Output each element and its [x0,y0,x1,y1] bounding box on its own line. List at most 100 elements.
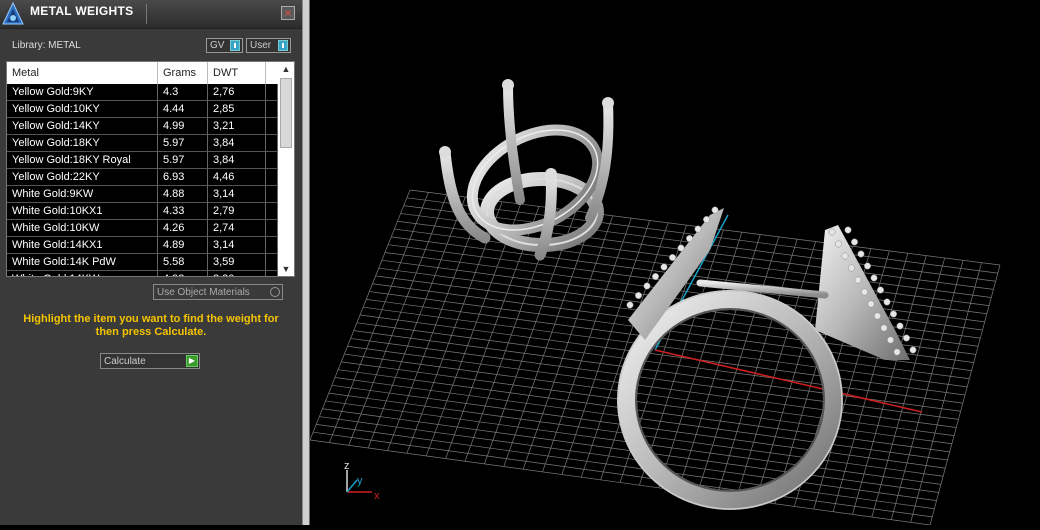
table-row[interactable]: White Gold:14KX1 4.89 3,14 [7,237,278,254]
cell-blank [266,203,278,220]
cell-grams: 5.97 [158,152,208,169]
cell-metal: Yellow Gold:14KY [7,118,158,135]
cell-blank [266,152,278,169]
axis-label-x: x [374,490,380,502]
x-axis-line [654,349,923,413]
cell-metal: Yellow Gold:10KY [7,101,158,118]
gv-toggle-label: GV [210,40,225,51]
scroll-thumb[interactable] [280,78,292,148]
cell-grams: 4.26 [158,220,208,237]
title-bar: METAL WEIGHTS × [0,0,302,29]
cell-dwt: 2,74 [208,220,266,237]
toggle-knob-icon [230,40,240,51]
cell-metal: White Gold:14KX1 [7,237,158,254]
cell-blank [266,169,278,186]
column-header-metal[interactable]: Metal [7,62,158,84]
calculate-button[interactable]: Calculate ▶ [100,353,200,369]
cell-dwt: 3,84 [208,135,266,152]
user-toggle[interactable]: User [246,38,291,53]
cell-blank [266,237,278,254]
scroll-up-icon[interactable]: ▲ [278,62,294,76]
cell-blank [266,271,278,276]
table-row[interactable]: White Gold:10KW 4.26 2,74 [7,220,278,237]
axis-label-z: z [344,460,350,472]
instruction-message: Highlight the item you want to find the … [23,313,279,338]
axis-label-y: y [357,475,363,487]
metal-table: Metal Grams DWT Yellow Gold:9KY 4.3 2,76 Ye… [6,61,295,277]
cell-dwt: 3,59 [208,254,266,271]
cell-metal: White Gold:14K PdW [7,254,158,271]
table-scrollbar[interactable]: ▲ ▼ [278,62,294,276]
cell-blank [266,101,278,118]
cell-blank [266,186,278,203]
cell-grams: 4.88 [158,186,208,203]
toggle-knob-icon [278,40,288,51]
cell-metal: White Gold:9KW [7,186,158,203]
use-object-materials-toggle[interactable]: Use Object Materials [153,284,283,300]
play-arrow-icon: ▶ [186,355,198,367]
cell-metal: White Gold:10KW [7,220,158,237]
cell-grams: 5.97 [158,135,208,152]
cell-grams: 5.58 [158,254,208,271]
table-row[interactable]: Yellow Gold:10KY 4.44 2,85 [7,101,278,118]
close-button[interactable]: × [281,6,295,20]
calculate-label: Calculate [104,356,146,367]
cell-grams: 4.99 [158,118,208,135]
title-divider [146,4,147,24]
cell-dwt: 2,85 [208,101,266,118]
panel-splitter[interactable] [302,0,310,525]
cell-dwt: 3,21 [208,118,266,135]
cell-dwt: 4,46 [208,169,266,186]
table-row[interactable]: Yellow Gold:22KY 6.93 4,46 [7,169,278,186]
use-object-materials-label: Use Object Materials [157,287,250,298]
cell-blank [266,84,278,101]
viewport-canvas: z y x [309,79,1001,526]
window-title: METAL WEIGHTS [30,4,134,18]
close-icon: × [284,6,292,20]
cell-dwt: 3,14 [208,237,266,254]
cell-metal: Yellow Gold:18KY [7,135,158,152]
cell-blank [266,220,278,237]
column-header-blank [266,62,278,84]
metal-weights-panel: METAL WEIGHTS × Library: METAL GV User M… [0,0,303,525]
radio-icon [270,287,280,297]
cell-grams: 4.89 [158,237,208,254]
cell-metal: Yellow Gold:18KY Royal [7,152,158,169]
cell-blank [266,118,278,135]
table-row[interactable]: Yellow Gold:14KY 4.99 3,21 [7,118,278,135]
cell-metal: Yellow Gold:22KY [7,169,158,186]
user-toggle-label: User [250,40,272,51]
prong-setting-model[interactable] [439,79,615,261]
table-row[interactable]: Yellow Gold:18KY Royal 5.97 3,84 [7,152,278,169]
table-header: Metal Grams DWT [7,62,278,84]
table-row[interactable]: White Gold:9KW 4.88 3,14 [7,186,278,203]
library-label: Library: METAL [12,40,81,51]
cell-dwt: 3,14 [208,186,266,203]
cell-grams: 4.3 [158,84,208,101]
column-header-dwt[interactable]: DWT [208,62,266,84]
cell-blank [266,254,278,271]
table-row[interactable]: White Gold:14KW4.983,20 [7,271,278,276]
cell-blank [266,135,278,152]
cell-dwt: 3,84 [208,152,266,169]
cell-metal: White Gold:14KW [7,271,158,276]
cell-metal: White Gold:10KX1 [7,203,158,220]
scroll-down-icon[interactable]: ▼ [278,262,294,276]
column-header-grams[interactable]: Grams [158,62,208,84]
gv-toggle[interactable]: GV [206,38,243,53]
cell-grams: 4.44 [158,101,208,118]
table-row[interactable]: White Gold:14K PdW 5.58 3,59 [7,254,278,271]
cell-grams: 6.93 [158,169,208,186]
cell-grams: 4.33 [158,203,208,220]
cell-metal: Yellow Gold:9KY [7,84,158,101]
cell-grams: 4.98 [158,271,208,276]
table-row[interactable]: Yellow Gold:18KY 5.97 3,84 [7,135,278,152]
cell-dwt: 2,79 [208,203,266,220]
table-row[interactable]: White Gold:10KX1 4.33 2,79 [7,203,278,220]
table-row[interactable]: Yellow Gold:9KY 4.3 2,76 [7,84,278,101]
app-logo-icon [2,2,24,25]
axis-gizmo: z y x [344,460,380,502]
cell-dwt: 3,20 [208,271,266,276]
3d-viewport[interactable]: z y x [309,0,1040,526]
cell-dwt: 2,76 [208,84,266,101]
